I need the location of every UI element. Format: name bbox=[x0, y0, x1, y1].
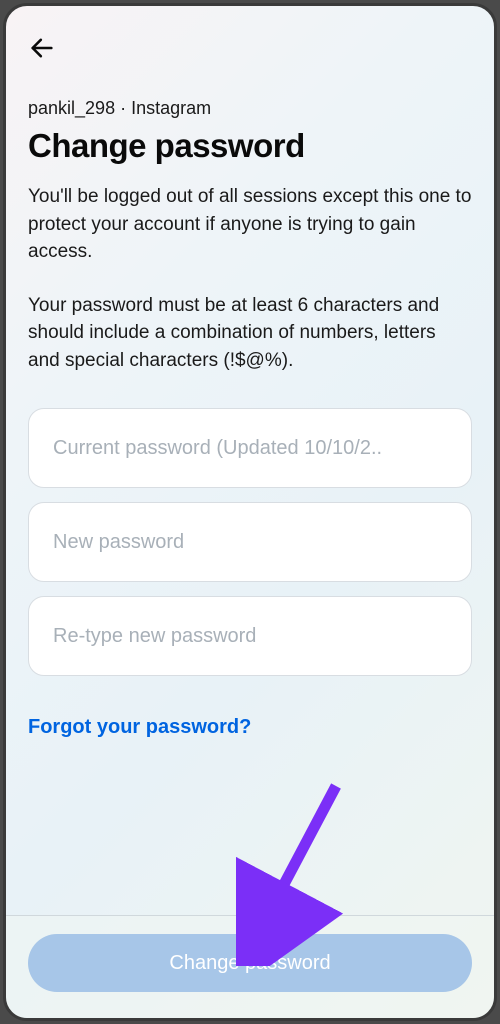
breadcrumb-separator: · bbox=[115, 98, 131, 118]
session-warning-text: You'll be logged out of all sessions exc… bbox=[28, 183, 472, 266]
change-password-button[interactable]: Change password bbox=[28, 934, 472, 992]
app-screen: pankil_298 · Instagram Change password Y… bbox=[3, 3, 497, 1021]
password-requirements-text: Your password must be at least 6 charact… bbox=[28, 292, 472, 375]
breadcrumb-app: Instagram bbox=[131, 98, 211, 118]
new-password-field[interactable] bbox=[28, 502, 472, 582]
forgot-password-link[interactable]: Forgot your password? bbox=[28, 716, 472, 739]
header bbox=[6, 6, 494, 74]
current-password-field[interactable] bbox=[28, 408, 472, 488]
footer: Change password bbox=[6, 915, 494, 1018]
retype-password-field[interactable] bbox=[28, 596, 472, 676]
page-title: Change password bbox=[28, 127, 472, 165]
back-button[interactable] bbox=[28, 32, 60, 64]
breadcrumb-username: pankil_298 bbox=[28, 98, 115, 118]
content-area: pankil_298 · Instagram Change password Y… bbox=[6, 74, 494, 915]
arrow-left-icon bbox=[28, 34, 56, 62]
breadcrumb: pankil_298 · Instagram bbox=[28, 98, 472, 119]
